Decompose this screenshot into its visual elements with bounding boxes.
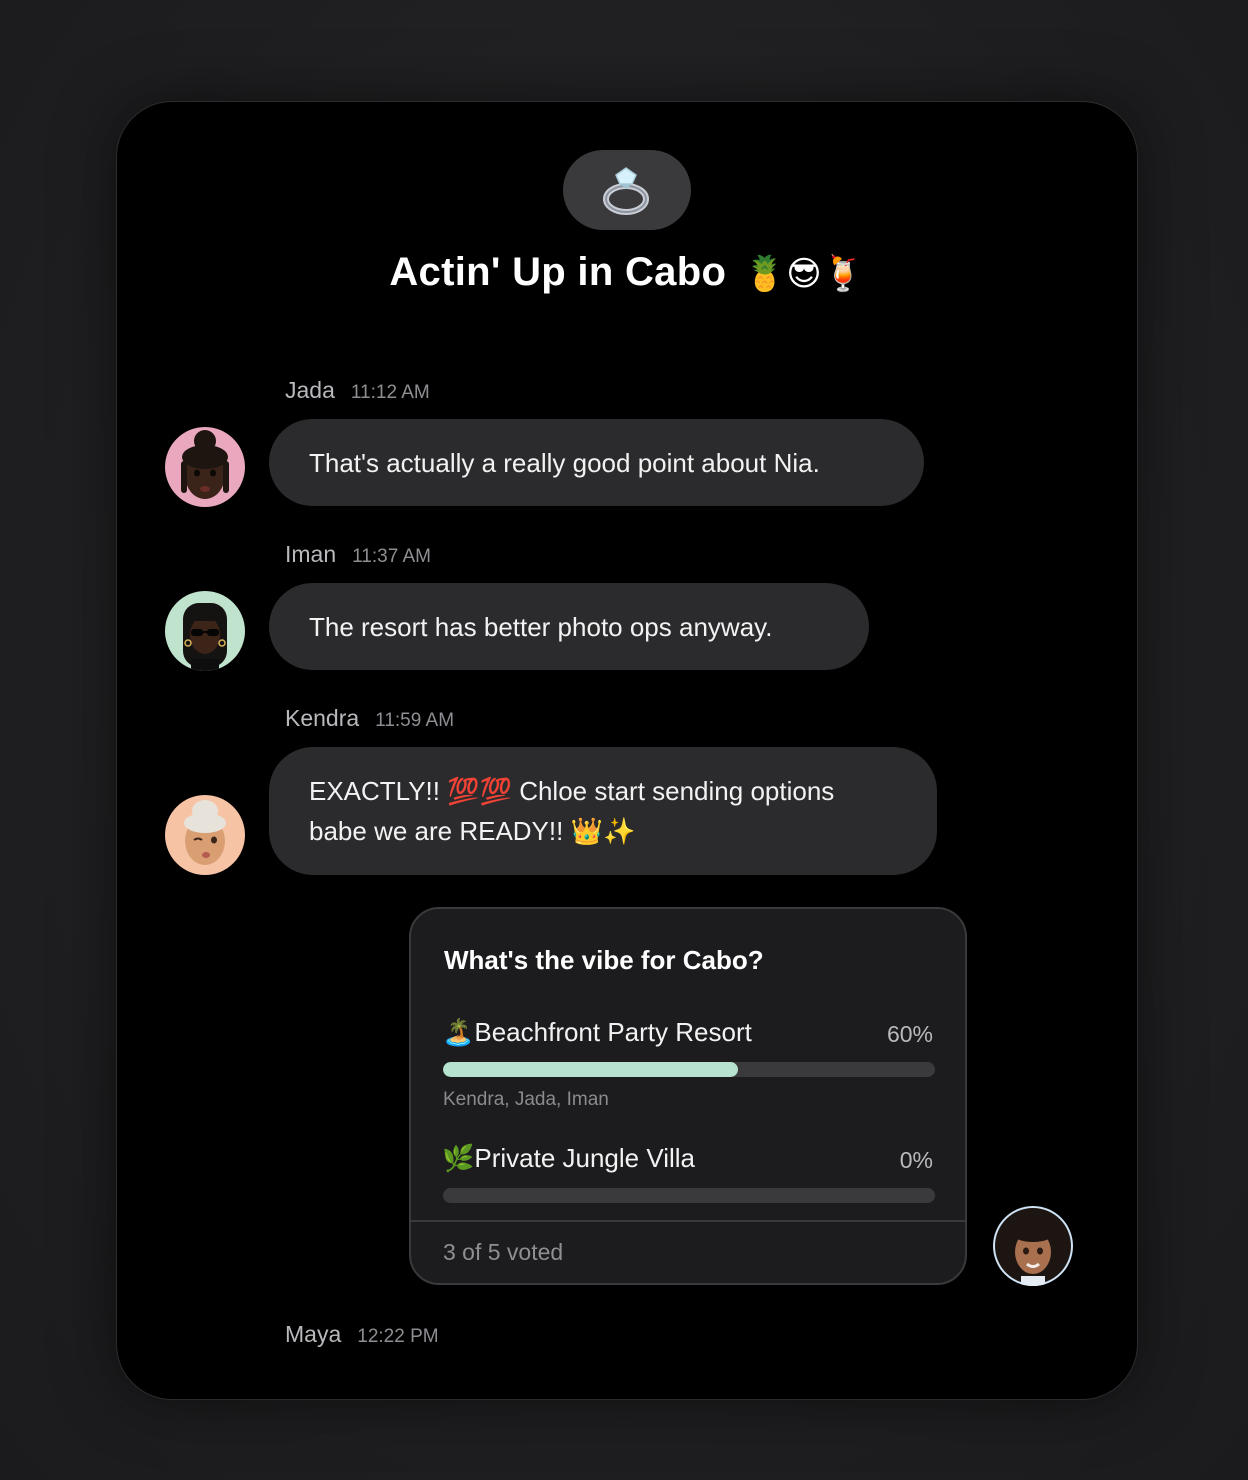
- message-bubble-iman[interactable]: The resort has better photo ops anyway.: [269, 583, 869, 670]
- message-text-line-1: EXACTLY!! 💯💯 Chloe start sending options: [309, 776, 835, 806]
- message-time: 12:22 PM: [357, 1326, 439, 1347]
- message-text: That's actually a really good point abou…: [309, 448, 820, 478]
- ring-icon: [603, 167, 649, 215]
- sender-name: Iman: [285, 541, 337, 567]
- poll-option-voters: Kendra, Jada, Iman: [443, 1089, 609, 1110]
- chat-title-text: Actin' Up in Cabo: [389, 250, 727, 294]
- chat-window: Actin' Up in Cabo 🍍😎🍹 Jada 11:12 AM That…: [116, 101, 1138, 1400]
- poll-card[interactable]: What's the vibe for Cabo? 🏝️Beachfront P…: [409, 907, 967, 1285]
- poll-option-label[interactable]: 🏝️Beachfront Party Resort: [442, 1017, 752, 1048]
- poll-option-label[interactable]: 🌿Private Jungle Villa: [442, 1143, 695, 1174]
- poll-option-bar[interactable]: [443, 1188, 935, 1203]
- chat-title-emojis: 🍍😎🍹: [743, 255, 865, 293]
- avatar-jada[interactable]: [165, 427, 245, 507]
- sender-name: Maya: [285, 1321, 342, 1347]
- poll-vote-count: 3 of 5 voted: [443, 1239, 564, 1265]
- message-time: 11:59 AM: [375, 710, 455, 731]
- message-text-line-2: babe we are READY!! 👑✨: [309, 816, 636, 846]
- poll-divider: [411, 1220, 965, 1222]
- poll-option-percent: 0%: [899, 1147, 933, 1173]
- message-bubble-kendra[interactable]: EXACTLY!! 💯💯 Chloe start sending options…: [269, 747, 937, 875]
- poll-option-bar-fill: [443, 1062, 739, 1077]
- message-header-jada: Jada 11:12 AM: [285, 377, 430, 407]
- group-avatar[interactable]: [563, 150, 691, 230]
- message-time: 11:37 AM: [352, 546, 432, 567]
- message-header-maya: Maya 12:22 PM: [285, 1321, 439, 1351]
- poll-option-bar[interactable]: [443, 1062, 935, 1077]
- message-text: The resort has better photo ops anyway.: [309, 612, 773, 642]
- avatar-iman[interactable]: [165, 591, 245, 671]
- poll-question: What's the vibe for Cabo?: [444, 945, 764, 975]
- poll-option-percent: 60%: [886, 1021, 933, 1047]
- message-header-kendra: Kendra 11:59 AM: [285, 705, 454, 735]
- message-header-iman: Iman 11:37 AM: [285, 541, 431, 571]
- message-time: 11:12 AM: [350, 382, 430, 403]
- sender-name: Jada: [285, 377, 335, 403]
- message-bubble-jada[interactable]: That's actually a really good point abou…: [269, 419, 924, 506]
- avatar-kendra[interactable]: [165, 795, 245, 875]
- chat-title: Actin' Up in Cabo 🍍😎🍹: [117, 250, 1137, 295]
- avatar-maya[interactable]: [993, 1206, 1073, 1286]
- sender-name: Kendra: [285, 705, 360, 731]
